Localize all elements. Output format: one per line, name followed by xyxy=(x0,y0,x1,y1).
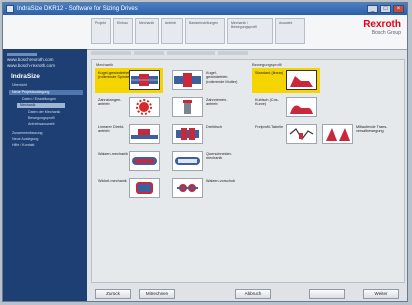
back-button[interactable]: Zurück xyxy=(95,289,131,299)
breadcrumb-item xyxy=(134,51,164,55)
tab-label: Mechanik xyxy=(139,21,154,25)
sidebar: www.boschrexroth.com www.bosch-rexroth.c… xyxy=(3,49,87,301)
sidebar-item-uebersicht[interactable]: Übersicht xyxy=(9,83,27,88)
tab-basiseinstellungen[interactable]: Basiseinstellungen xyxy=(185,18,225,44)
window-controls: _ □ × xyxy=(367,5,404,13)
tab-mechanik-profil[interactable]: Mechanik / Bewegungsprofil xyxy=(227,18,273,44)
tab-projekt[interactable]: Projekt xyxy=(91,18,111,44)
sidebar-item-mechanik[interactable]: Mechanik xyxy=(17,103,65,108)
tab-label: Mechanik / Bewegungsprofil xyxy=(231,21,257,29)
sidebar-item-hilfe[interactable]: Hilfe / Kontakt xyxy=(9,143,34,148)
linear-motor-icon xyxy=(129,124,160,144)
mech-label: Walzen-vorschub xyxy=(206,179,236,183)
motion-freiprofil[interactable]: Freiprofil-Tabelle xyxy=(252,122,320,147)
motion-kubisch[interactable]: Kubisch (Cos-Kurve) xyxy=(252,95,320,120)
mech-label: Kugel-gewindetrieb (rotierende Spindel) xyxy=(98,71,132,80)
sidebar-item-daten[interactable]: Daten / Einstellungen xyxy=(19,97,56,102)
profile-transversal-icon xyxy=(322,124,353,144)
winder-icon xyxy=(129,178,160,198)
mech-label: Linearer Direkt-antrieb xyxy=(98,125,125,134)
mech-label: Wickel-mechanik xyxy=(98,179,127,183)
sidebar-title: IndraSize xyxy=(11,73,40,80)
belt-drive-icon xyxy=(172,97,203,117)
tab-mechanik[interactable]: Mechanik xyxy=(135,18,159,44)
roller-icon xyxy=(129,151,160,171)
mech-walzenvorschub[interactable]: Walzen-vorschub xyxy=(170,176,238,201)
main-panel: Mechanik Bewegungsprofil Kugel-gewindetr… xyxy=(91,59,405,283)
minimize-icon[interactable]: _ xyxy=(367,5,378,13)
cancel-button[interactable]: Abbruch xyxy=(235,289,271,299)
title-bar: IndraSize DKR12 - Software for Sizing Dr… xyxy=(3,3,407,15)
profile-trapezoid-icon xyxy=(286,70,317,90)
ballscrew-nut-icon xyxy=(172,70,203,90)
mech-label: Querschneider-mechanik xyxy=(206,152,233,161)
motion-label: Freiprofil-Tabelle xyxy=(255,125,284,129)
rack-pinion-icon xyxy=(129,97,160,117)
close-icon[interactable]: × xyxy=(393,5,404,13)
tab-label: Antrieb xyxy=(165,21,177,25)
logo-sub: Bosch Group xyxy=(371,30,401,36)
breadcrumb-item xyxy=(167,51,215,55)
rotary-table-icon xyxy=(172,124,203,144)
profile-free-icon xyxy=(286,124,317,144)
app-window: IndraSize DKR12 - Software for Sizing Dr… xyxy=(2,2,408,302)
cross-cutter-icon xyxy=(172,151,203,171)
sidebar-item-neue-projektauslegung[interactable]: Neue Projektauslegung xyxy=(9,90,83,95)
mech-querschneider[interactable]: Querschneider-mechanik xyxy=(170,149,238,174)
breadcrumb xyxy=(91,51,401,57)
sidebar-item-zusammenfassung[interactable]: Zusammenfassung xyxy=(9,131,43,136)
mech-walzen[interactable]: Walzen-mechanik xyxy=(95,149,163,174)
motion-title: Bewegungsprofil xyxy=(252,62,282,67)
breadcrumb-item xyxy=(91,51,131,55)
tab-label: Basiseinstellungen xyxy=(189,21,219,25)
mech-label: Zahnstangen-antrieb xyxy=(98,98,122,107)
tab-antrieb[interactable]: Antrieb xyxy=(161,18,183,44)
mech-kugelgewinde-spindel[interactable]: Kugel-gewindetrieb (rotierende Spindel) xyxy=(95,68,163,93)
tab-label: Einbau xyxy=(117,21,128,25)
motion-transversal[interactable]: Mitlaufende Trans-versalbewegung xyxy=(320,122,388,147)
mech-wickel[interactable]: Wickel-mechanik xyxy=(95,176,163,201)
disabled-button xyxy=(309,289,345,299)
mech-linear-direkt[interactable]: Linearer Direkt-antrieb xyxy=(95,122,163,147)
motion-label: Standard (linear) xyxy=(255,71,284,75)
sidebar-item-neue-auslegung[interactable]: Neue Auslegung xyxy=(9,137,38,142)
motion-standard[interactable]: Standard (linear) xyxy=(252,68,320,93)
mech-label: Zahnriemen-antrieb xyxy=(206,98,228,107)
sidebar-item-daten-mechanik[interactable]: Daten der Mechanik xyxy=(25,110,60,115)
calc-button[interactable]: Mitrechnen xyxy=(139,289,175,299)
tab-auswahl[interactable]: Auswahl xyxy=(275,18,305,44)
motion-label: Mitlaufende Trans-versalbewegung xyxy=(356,125,388,134)
next-button[interactable]: Weiter xyxy=(363,289,399,299)
tab-label: Auswahl xyxy=(279,21,293,25)
motion-label: Kubisch (Cos-Kurve) xyxy=(255,98,279,107)
button-row: Zurück Mitrechnen Abbruch Weiter xyxy=(91,287,405,301)
sidebar-bar xyxy=(7,53,37,56)
sidebar-item-antriebsauswahl[interactable]: Antriebsauswahl xyxy=(25,122,54,127)
app-icon xyxy=(6,5,14,13)
mech-label: Kugel-gewindetrieb (rotierende Mutter) xyxy=(206,71,238,84)
maximize-icon[interactable]: □ xyxy=(380,5,391,13)
roll-feed-icon xyxy=(172,178,203,198)
mech-kugelgewinde-mutter[interactable]: Kugel-gewindetrieb (rotierende Mutter) xyxy=(170,68,238,93)
mechanics-title: Mechanik xyxy=(96,62,114,67)
tab-label: Projekt xyxy=(95,21,106,25)
app-header: Projekt Einbau Mechanik Antrieb Basisein… xyxy=(3,15,407,50)
sidebar-link-2[interactable]: www.bosch-rexroth.com xyxy=(7,63,55,68)
tab-einbau[interactable]: Einbau xyxy=(113,18,133,44)
sidebar-item-bewegungsprofil[interactable]: Bewegungsprofil xyxy=(25,116,55,121)
mech-zahnstange[interactable]: Zahnstangen-antrieb xyxy=(95,95,163,120)
window-title: IndraSize DKR12 - Software for Sizing Dr… xyxy=(17,6,138,12)
breadcrumb-item xyxy=(218,51,248,55)
sidebar-link-1[interactable]: www.boschrexroth.com xyxy=(7,57,54,62)
logo-main: Rexroth xyxy=(363,19,401,30)
mech-label: Drehtisch xyxy=(206,125,223,129)
mech-zahnriemen[interactable]: Zahnriemen-antrieb xyxy=(170,95,238,120)
ballscrew-icon xyxy=(129,70,160,90)
profile-cubic-icon xyxy=(286,97,317,117)
rexroth-logo: Rexroth Bosch Group xyxy=(363,19,401,36)
header-tabs: Projekt Einbau Mechanik Antrieb Basisein… xyxy=(91,18,305,44)
mech-label: Walzen-mechanik xyxy=(98,152,129,156)
mech-drehtisch[interactable]: Drehtisch xyxy=(170,122,238,147)
